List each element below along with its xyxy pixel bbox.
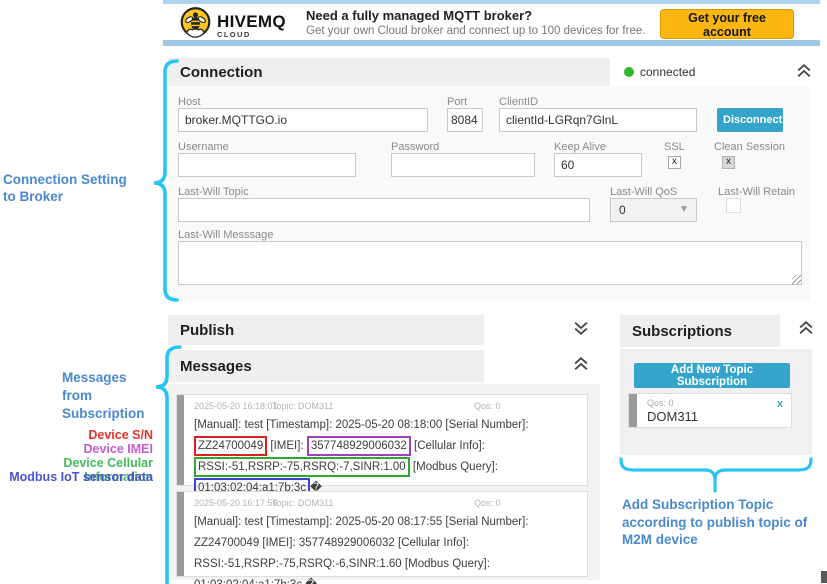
- message-line: RSSI:-51,RSRP:-75,RSRQ:-7,SINR:1.00 [Mod…: [194, 457, 587, 478]
- connection-title: Connection: [180, 64, 263, 81]
- message-topic: Topic: DOM311: [272, 498, 333, 508]
- port-label: Port: [447, 96, 467, 108]
- lastwill-qos-value: 0: [619, 203, 626, 217]
- brand-sub: CLOUD: [217, 31, 286, 39]
- messages-collapse-icon[interactable]: [572, 355, 590, 378]
- clean-session-checkbox[interactable]: x: [722, 156, 735, 169]
- modbus-annotation: Modbus IoT sensor data: [3, 471, 153, 485]
- brand-name: HIVEMQ: [217, 13, 286, 30]
- port-input[interactable]: [447, 108, 483, 132]
- subscriptions-collapse-icon[interactable]: [797, 319, 815, 342]
- connection-annotation: Connection Setting to Broker: [3, 172, 127, 205]
- messages-title: Messages: [180, 358, 252, 375]
- message-card: 2025-05-20 16:18:01 Topic: DOM311 Qos: 0…: [176, 394, 588, 486]
- status-dot-icon: [624, 67, 634, 77]
- password-input[interactable]: [391, 153, 535, 177]
- message-qos: Qos: 0: [474, 498, 501, 508]
- username-input[interactable]: [178, 153, 356, 177]
- textarea-resize-handle-icon[interactable]: [792, 275, 801, 284]
- subscription-accent-bar: [629, 394, 637, 427]
- subscription-annotation: Add Subscription Topic according to publ…: [622, 496, 807, 549]
- username-label: Username: [178, 141, 229, 153]
- publish-expand-icon[interactable]: [572, 319, 590, 342]
- subscriptions-title: Subscriptions: [632, 323, 732, 340]
- banner-headline: Need a fully managed MQTT broker?: [306, 8, 532, 23]
- messages-header: Messages: [168, 350, 484, 382]
- message-line: 01:03:02:04:a1:7b:3c �: [194, 575, 587, 584]
- hivemq-banner: HIVEMQ CLOUD Need a fully managed MQTT b…: [163, 0, 820, 46]
- message-qos: Qos: 0: [474, 401, 501, 411]
- hivemq-logo[interactable]: HIVEMQ CLOUD: [179, 6, 286, 45]
- banner-subheadline: Get your own Cloud broker and connect up…: [306, 25, 645, 37]
- status-text: connected: [640, 65, 695, 79]
- serial-number-highlight: ZZ24700049: [194, 436, 267, 456]
- lastwill-qos-select[interactable]: 0 ▼: [610, 198, 697, 222]
- bee-icon: [179, 6, 212, 45]
- connection-status: connected: [610, 58, 796, 86]
- dropdown-caret-icon: ▼: [679, 199, 689, 221]
- message-topic: Topic: DOM311: [272, 401, 333, 411]
- messages-annotation: Messages from Subscription: [62, 369, 145, 423]
- subscription-brace: [618, 455, 814, 495]
- device-imei-annotation: Device IMEI: [3, 443, 153, 457]
- subscription-qos: Qos: 0: [647, 398, 791, 408]
- clientid-input[interactable]: [499, 108, 697, 132]
- message-card: 2025-05-20 16:17:56 Topic: DOM311 Qos: 0…: [176, 491, 588, 577]
- ssl-checkbox[interactable]: x: [668, 156, 681, 169]
- ssl-label: SSL: [664, 141, 685, 153]
- host-input[interactable]: [178, 108, 428, 132]
- message-line: [Manual]: test [Timestamp]: 2025-05-20 0…: [194, 415, 587, 436]
- subscriptions-header: Subscriptions: [620, 315, 780, 347]
- message-line: ZZ24700049 [IMEI]: 357748929006032 [Cell…: [194, 533, 587, 554]
- screenshot-root: HIVEMQ CLOUD Need a fully managed MQTT b…: [0, 0, 827, 584]
- lastwill-message-label: Last-Will Messsage: [178, 229, 273, 241]
- message-accent-bar: [177, 492, 184, 576]
- device-sn-annotation: Device S/N: [3, 429, 153, 443]
- lastwill-retain-label: Last-Will Retain: [718, 186, 795, 198]
- connection-collapse-icon[interactable]: [795, 62, 813, 85]
- message-line: ZZ24700049 [IMEI]: 357748929006032 [Cell…: [194, 436, 587, 457]
- lastwill-topic-input[interactable]: [178, 198, 590, 222]
- message-timestamp: 2025-05-20 16:18:01: [194, 401, 278, 411]
- disconnect-button[interactable]: Disconnect: [717, 108, 783, 132]
- add-subscription-button[interactable]: Add New Topic Subscription: [634, 363, 790, 388]
- scrollbar-fragment[interactable]: [821, 571, 827, 583]
- keepalive-label: Keep Alive: [554, 141, 606, 153]
- connection-header: Connection: [168, 58, 610, 86]
- message-line: [Manual]: test [Timestamp]: 2025-05-20 0…: [194, 512, 587, 533]
- password-label: Password: [391, 141, 439, 153]
- message-accent-bar: [177, 395, 184, 485]
- get-free-account-button[interactable]: Get your free account: [660, 9, 794, 39]
- host-label: Host: [178, 96, 201, 108]
- subscription-topic: DOM311: [647, 409, 791, 424]
- lastwill-topic-label: Last-Will Topic: [178, 186, 249, 198]
- lastwill-retain-checkbox[interactable]: [726, 198, 741, 213]
- keepalive-input[interactable]: [554, 153, 642, 177]
- message-timestamp: 2025-05-20 16:17:56: [194, 498, 278, 508]
- clean-session-label: Clean Session: [714, 141, 785, 153]
- cellular-info-highlight: RSSI:-51,RSRP:-75,RSRQ:-7,SINR:1.00: [194, 457, 410, 477]
- publish-header: Publish: [168, 315, 484, 345]
- lastwill-message-textarea[interactable]: [178, 241, 802, 285]
- subscription-item: Qos: 0 DOM311 x: [628, 393, 792, 428]
- imei-highlight: 357748929006032: [307, 436, 411, 456]
- lastwill-qos-label: Last-Will QoS: [610, 186, 677, 198]
- subscription-remove-icon[interactable]: x: [777, 398, 783, 410]
- message-line: RSSI:-51,RSRP:-75,RSRQ:-6,SINR:1.60 [Mod…: [194, 554, 587, 575]
- publish-title: Publish: [180, 322, 234, 339]
- clientid-label: ClientID: [499, 96, 538, 108]
